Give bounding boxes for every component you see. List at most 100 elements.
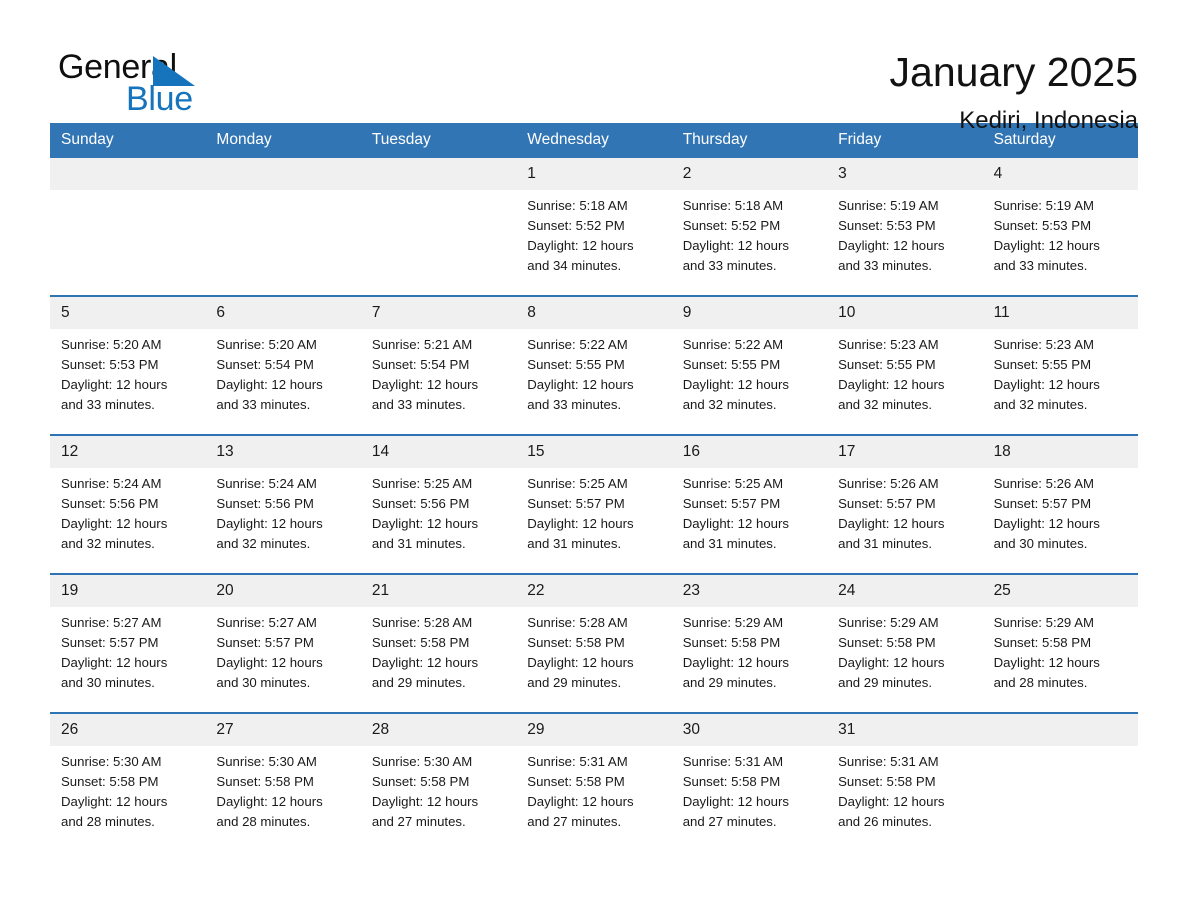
day-cell[interactable]: Sunrise: 5:31 AM Sunset: 5:58 PM Daylight:… <box>672 746 827 839</box>
day-sunrise-text: Sunrise: 5:25 AM <box>682 475 784 491</box>
day-cell[interactable]: Sunrise: 5:20 AM Sunset: 5:53 PM Daylight:… <box>50 329 205 422</box>
day-sunrise-text: Sunrise: 5:28 AM <box>371 614 473 630</box>
day-daylight-text: Daylight: 12 hours <box>61 377 168 393</box>
day-cell[interactable]: Sunrise: 5:31 AM Sunset: 5:58 PM Daylight:… <box>516 746 671 839</box>
day-number[interactable]: 28 <box>361 714 516 746</box>
day-daylight-text: Daylight: 12 hours <box>993 377 1100 393</box>
day-cell[interactable]: Sunrise: 5:22 AM Sunset: 5:55 PM Daylight:… <box>672 329 827 422</box>
day-sunrise-text: Sunrise: 5:22 AM <box>527 336 628 352</box>
day-daylight-text: and 34 minutes. <box>527 258 622 274</box>
day-number-empty <box>983 714 1138 746</box>
day-number[interactable]: 8 <box>516 297 671 329</box>
day-daylight-text: Daylight: 12 hours <box>838 377 945 393</box>
day-cell[interactable]: Sunrise: 5:30 AM Sunset: 5:58 PM Daylight:… <box>205 746 360 839</box>
day-cell[interactable]: Sunrise: 5:27 AM Sunset: 5:57 PM Daylight:… <box>50 607 205 700</box>
day-cell[interactable]: Sunrise: 5:23 AM Sunset: 5:55 PM Daylight:… <box>983 329 1138 422</box>
day-daylight-text: and 29 minutes. <box>838 675 932 691</box>
day-cell[interactable]: Sunrise: 5:20 AM Sunset: 5:54 PM Daylight:… <box>205 329 360 422</box>
day-number[interactable]: 25 <box>983 575 1138 607</box>
day-sunset-text: Sunset: 5:54 PM <box>371 356 470 372</box>
weekday-header-sunday: Sunday <box>61 131 114 148</box>
day-cell[interactable]: Sunrise: 5:26 AM Sunset: 5:57 PM Daylight:… <box>827 468 982 561</box>
day-number[interactable]: 29 <box>516 714 671 746</box>
day-cell[interactable]: Sunrise: 5:21 AM Sunset: 5:54 PM Daylight:… <box>361 329 516 422</box>
day-cell[interactable]: Sunrise: 5:29 AM Sunset: 5:58 PM Daylight:… <box>983 607 1138 700</box>
day-number[interactable]: 10 <box>827 297 982 329</box>
day-daylight-text: and 33 minutes. <box>371 397 466 413</box>
day-daylight-text: and 26 minutes. <box>838 814 932 830</box>
day-cell[interactable]: Sunrise: 5:18 AM Sunset: 5:52 PM Daylight:… <box>516 190 671 283</box>
day-number[interactable]: 13 <box>205 436 360 468</box>
day-number[interactable]: 31 <box>827 714 982 746</box>
day-cell[interactable]: Sunrise: 5:22 AM Sunset: 5:55 PM Daylight:… <box>516 329 671 422</box>
day-number[interactable]: 18 <box>983 436 1138 468</box>
day-detail-band: Sunrise: 5:20 AM Sunset: 5:53 PM Daylight:… <box>50 328 1138 422</box>
weekday-header-thursday: Thursday <box>682 131 748 148</box>
day-number[interactable]: 24 <box>827 575 982 607</box>
day-number-band: 19 20 21 22 23 24 25 <box>50 574 1138 607</box>
day-sunset-text: Sunset: 5:53 PM <box>838 217 936 233</box>
day-number[interactable]: 14 <box>361 436 516 468</box>
day-cell[interactable]: Sunrise: 5:23 AM Sunset: 5:55 PM Daylight:… <box>827 329 982 422</box>
day-number[interactable]: 19 <box>50 575 205 607</box>
day-number[interactable]: 2 <box>672 158 827 190</box>
sunrise-sunset-calendar: Sunday Monday Tuesday Wednesday Thursday Frid… <box>50 123 1138 839</box>
day-cell[interactable]: Sunrise: 5:25 AM Sunset: 5:57 PM Daylight:… <box>672 468 827 561</box>
day-daylight-text: and 27 minutes. <box>371 814 466 830</box>
day-cell[interactable]: Sunrise: 5:30 AM Sunset: 5:58 PM Daylight:… <box>50 746 205 839</box>
day-number[interactable]: 23 <box>672 575 827 607</box>
day-daylight-text: Daylight: 12 hours <box>838 516 945 532</box>
day-cell[interactable]: Sunrise: 5:19 AM Sunset: 5:53 PM Daylight:… <box>827 190 982 283</box>
day-number[interactable]: 1 <box>516 158 671 190</box>
day-sunrise-text: Sunrise: 5:18 AM <box>527 197 628 213</box>
day-number[interactable]: 5 <box>50 297 205 329</box>
day-daylight-text: Daylight: 12 hours <box>682 794 789 810</box>
day-sunset-text: Sunset: 5:57 PM <box>61 634 159 650</box>
day-sunrise-text: Sunrise: 5:22 AM <box>682 336 784 352</box>
day-number[interactable]: 22 <box>516 575 671 607</box>
day-cell[interactable]: Sunrise: 5:26 AM Sunset: 5:57 PM Daylight:… <box>983 468 1138 561</box>
day-number[interactable]: 30 <box>672 714 827 746</box>
day-sunset-text: Sunset: 5:58 PM <box>371 773 470 789</box>
day-daylight-text: Daylight: 12 hours <box>61 794 168 810</box>
day-cell[interactable]: Sunrise: 5:24 AM Sunset: 5:56 PM Daylight:… <box>50 468 205 561</box>
day-cell[interactable]: Sunrise: 5:31 AM Sunset: 5:58 PM Daylight:… <box>827 746 982 839</box>
day-cell[interactable]: Sunrise: 5:28 AM Sunset: 5:58 PM Daylight:… <box>516 607 671 700</box>
day-number[interactable]: 7 <box>361 297 516 329</box>
day-cell[interactable]: Sunrise: 5:29 AM Sunset: 5:58 PM Daylight:… <box>672 607 827 700</box>
day-number[interactable]: 9 <box>672 297 827 329</box>
day-sunrise-text: Sunrise: 5:27 AM <box>61 614 162 630</box>
day-cell[interactable]: Sunrise: 5:19 AM Sunset: 5:53 PM Daylight:… <box>983 190 1138 283</box>
day-number[interactable]: 26 <box>50 714 205 746</box>
day-number[interactable]: 11 <box>983 297 1138 329</box>
day-sunset-text: Sunset: 5:55 PM <box>682 356 781 372</box>
generalblue-logo[interactable]: General Blue <box>50 48 250 124</box>
day-cell[interactable]: Sunrise: 5:28 AM Sunset: 5:58 PM Daylight:… <box>361 607 516 700</box>
day-number[interactable]: 12 <box>50 436 205 468</box>
day-cell[interactable]: Sunrise: 5:18 AM Sunset: 5:52 PM Daylight:… <box>672 190 827 283</box>
day-sunset-text: Sunset: 5:55 PM <box>993 356 1092 372</box>
day-sunset-text: Sunset: 5:58 PM <box>682 773 781 789</box>
day-number[interactable]: 21 <box>361 575 516 607</box>
day-cell[interactable]: Sunrise: 5:29 AM Sunset: 5:58 PM Daylight:… <box>827 607 982 700</box>
day-daylight-text: Daylight: 12 hours <box>61 655 168 671</box>
day-sunset-text: Sunset: 5:57 PM <box>216 634 314 650</box>
day-cell[interactable]: Sunrise: 5:25 AM Sunset: 5:57 PM Daylight:… <box>516 468 671 561</box>
day-daylight-text: Daylight: 12 hours <box>371 377 479 393</box>
day-number[interactable]: 15 <box>516 436 671 468</box>
day-number[interactable]: 6 <box>205 297 360 329</box>
day-sunrise-text: Sunrise: 5:20 AM <box>61 336 162 352</box>
day-daylight-text: Daylight: 12 hours <box>61 516 168 532</box>
day-cell-empty <box>50 190 205 283</box>
day-cell[interactable]: Sunrise: 5:24 AM Sunset: 5:56 PM Daylight:… <box>205 468 360 561</box>
day-number[interactable]: 4 <box>983 158 1138 190</box>
day-number[interactable]: 27 <box>205 714 360 746</box>
day-cell[interactable]: Sunrise: 5:30 AM Sunset: 5:58 PM Daylight:… <box>361 746 516 839</box>
day-daylight-text: Daylight: 12 hours <box>216 516 323 532</box>
day-number[interactable]: 16 <box>672 436 827 468</box>
day-number[interactable]: 17 <box>827 436 982 468</box>
day-cell[interactable]: Sunrise: 5:27 AM Sunset: 5:57 PM Daylight:… <box>205 607 360 700</box>
day-cell[interactable]: Sunrise: 5:25 AM Sunset: 5:56 PM Daylight:… <box>361 468 516 561</box>
day-number[interactable]: 3 <box>827 158 982 190</box>
day-number[interactable]: 20 <box>205 575 360 607</box>
